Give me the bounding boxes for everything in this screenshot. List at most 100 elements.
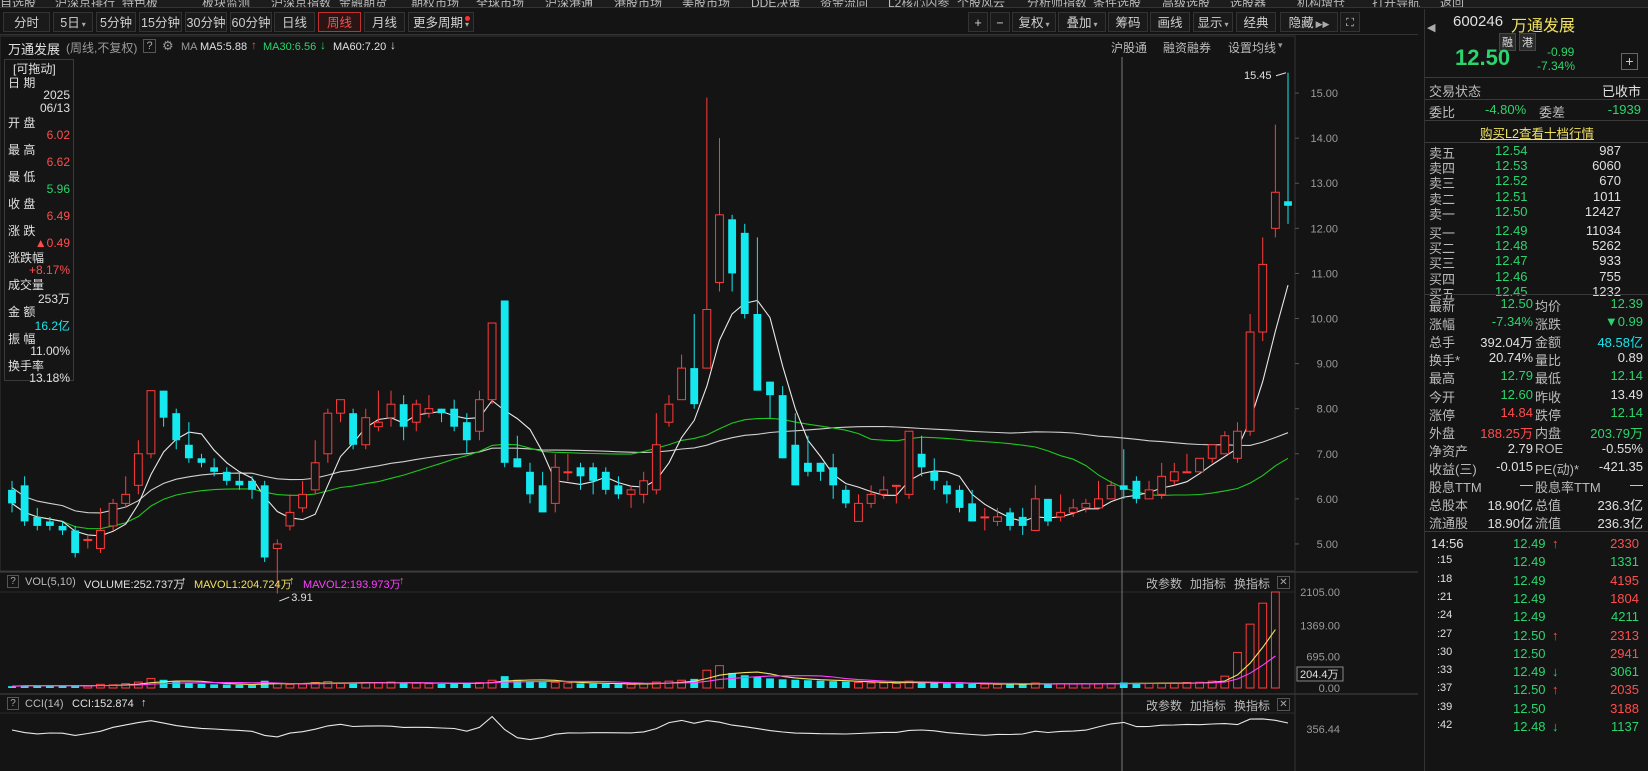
cci-panel-help-icon[interactable]: ? (7, 697, 19, 710)
stat-label: 涨幅 (1429, 317, 1456, 333)
stat-row: 涨幅 -7.34% 涨跌 ▼0.99 (1425, 314, 1648, 333)
volume-bar (829, 681, 838, 688)
tick-price: 12.49 (1513, 590, 1546, 606)
volume-bar (1006, 684, 1014, 688)
volume-bar (298, 683, 307, 689)
ask-row[interactable]: 卖五 12.54 987 (1425, 143, 1648, 161)
candle-body (917, 453, 926, 468)
tick-volume: 4211 (1611, 609, 1639, 625)
candle-body (1233, 430, 1242, 459)
candle-body (1106, 484, 1116, 500)
info-value-5: ▲0.49 (34, 236, 70, 250)
stat-value: 12.39 (1610, 296, 1643, 311)
stat-label: 内盘 (1535, 425, 1562, 441)
stat-label: 均价 (1535, 299, 1562, 314)
stat-value: 236.3亿 (1597, 516, 1643, 532)
stat-value: 14.84 (1500, 404, 1533, 420)
volume-bar (980, 683, 990, 689)
stat-value: -7.34% (1491, 314, 1533, 330)
candle-body (121, 493, 131, 504)
volume-bar (487, 679, 497, 689)
vol-volume-value: VOLUME:252.737万 (84, 579, 185, 591)
volume-panel-help-icon[interactable]: ? (7, 575, 19, 588)
cci-add-indicator-button[interactable]: 加指标 (1190, 697, 1226, 714)
candle-body (841, 489, 850, 504)
panel-collapse-icon[interactable]: ◀ (1427, 21, 1435, 34)
add-watchlist-button[interactable]: + (1621, 53, 1638, 70)
stat-label: 外盘 (1429, 425, 1456, 441)
quote-panel: ◀ 600246 万通发展 融 港 12.50 -0.99 -7.34% + 交… (1424, 9, 1648, 771)
candle-body (904, 430, 914, 495)
tick-row: :42 12.48 ↓ 1137 (1425, 719, 1648, 737)
stat-value: 188.25万 (1480, 425, 1533, 441)
volume-bar (248, 685, 256, 688)
stat-value: 203.79万 (1590, 425, 1643, 441)
ask-row[interactable]: 卖一 12.50 12427 (1425, 204, 1648, 222)
vol-axis-label-1: 1369.00 (1300, 621, 1340, 633)
vol-mavol1-value: MAVOL1:204.724万 (194, 579, 292, 591)
volume-bar (1270, 591, 1280, 689)
volume-bar (766, 678, 774, 688)
candle-body (260, 485, 269, 558)
tick-direction-icon: ↓ (1552, 719, 1559, 734)
cci-switch-indicator-button[interactable]: 换指标 (1234, 697, 1270, 714)
candle-body (1284, 201, 1292, 206)
stat-value: 12.14 (1610, 368, 1643, 384)
tick-row: :39 12.50 3188 (1425, 701, 1648, 719)
candle-body (83, 538, 93, 541)
cci-close-icon[interactable]: ✕ (1277, 698, 1290, 711)
vol-close-icon[interactable]: ✕ (1277, 576, 1290, 589)
volume-bar (930, 682, 939, 688)
ask-price: 12.52 (1495, 173, 1528, 189)
info-value-6: +8.17% (28, 263, 70, 277)
info-value-3: 5.96 (46, 182, 70, 196)
volume-bar (804, 680, 812, 688)
kline-chart[interactable]: 15.00 14.00 13.00 12.00 11.00 10.00 9.00 8.00 7.… (0, 0, 1418, 771)
candle-body (651, 444, 661, 491)
tick-volume: 2035 (1610, 682, 1639, 698)
cci-change-params-button[interactable]: 改参数 (1146, 697, 1182, 714)
candle-body (955, 489, 964, 508)
vol-switch-indicator-button[interactable]: 换指标 (1234, 575, 1270, 592)
tick-volume: 2313 (1610, 627, 1639, 643)
bid-row[interactable]: 买一 12.49 11034 (1425, 223, 1648, 241)
tick-price: 12.49 (1513, 572, 1546, 588)
tick-direction-icon: ↑ (1552, 536, 1559, 551)
bid-volume: 755 (1599, 268, 1621, 284)
stat-row: 总股本 18.90亿 总值 236.3亿 (1425, 495, 1648, 513)
stat-label: 收益(三) (1429, 461, 1477, 477)
trade-status-label: 交易状态 (1429, 84, 1482, 99)
ask-row[interactable]: 卖四 12.53 6060 (1425, 158, 1648, 176)
low-annotation-arrow (279, 596, 290, 602)
candle-body (664, 403, 674, 423)
tick-row: :33 12.49 ↓ 3061 (1425, 664, 1648, 682)
buy-l2-link[interactable]: 购买L2查看十档行情 (1425, 123, 1648, 142)
bid-row[interactable]: 买二 12.48 5262 (1425, 238, 1648, 256)
stat-value: -0.015 (1496, 458, 1533, 474)
weibi-label: 委比 (1429, 105, 1456, 120)
volume-bar (437, 683, 446, 688)
tick-volume: 1137 (1611, 719, 1639, 734)
tick-price: 12.49 (1513, 554, 1546, 570)
vol-change-params-button[interactable]: 改参数 (1146, 575, 1182, 592)
volume-bar (626, 683, 636, 689)
last-price: 12.50 (1455, 45, 1511, 70)
volume-bar (1056, 683, 1066, 689)
candle-body (45, 521, 54, 526)
tick-collapse-icon[interactable]: ▲ (1525, 521, 1534, 531)
candle-body (816, 462, 825, 472)
bid-row[interactable]: 买三 12.47 933 (1425, 253, 1648, 271)
vol-add-indicator-button[interactable]: 加指标 (1190, 575, 1226, 592)
volume-bar (411, 682, 421, 689)
vol-title: VOL(5,10) (25, 576, 76, 588)
volume-bar (1245, 623, 1255, 689)
candle-info-box[interactable]: [可拖动] 日 期 2025 06/13 开 盘 6.02 最 高 6.62 最 低 5.96 收… (4, 59, 74, 385)
vol-axis-label-2: 695.00 (1306, 651, 1340, 663)
menu-item-21[interactable]: 返回 (1440, 0, 1464, 7)
volume-bar (210, 684, 219, 688)
bid-row[interactable]: 买四 12.46 755 (1425, 268, 1648, 287)
ask-row[interactable]: 卖二 12.51 1011 (1425, 189, 1648, 207)
ask-row[interactable]: 卖三 12.52 670 (1425, 173, 1648, 191)
candle-body (33, 516, 42, 526)
volume-bar (424, 683, 434, 689)
